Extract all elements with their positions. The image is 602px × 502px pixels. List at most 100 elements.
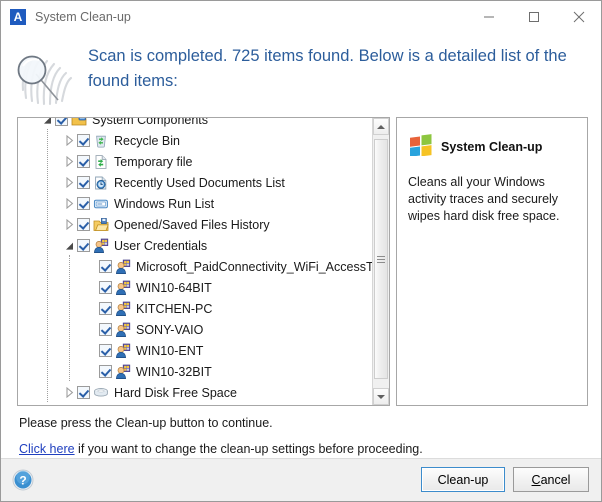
tree-row-label: WIN10-32BIT [136, 364, 212, 379]
cancel-button-mnemonic: C [531, 472, 541, 487]
tree-row[interactable]: SONY-VAIO [18, 319, 373, 340]
components-tree-panel[interactable]: System Components Recycle Bin Temporary fi… [17, 117, 390, 406]
tree-row[interactable]: Recycle Bin [18, 130, 373, 151]
info-panel-description: Cleans all your Windows activity traces … [408, 175, 560, 223]
tree-row[interactable]: Opened/Saved Files History [18, 214, 373, 235]
tree-row-checkbox[interactable] [99, 323, 112, 336]
tree-row-label: KITCHEN-PC [136, 301, 213, 316]
recycle-bin-icon [93, 133, 109, 149]
chevron-right-icon[interactable] [62, 172, 77, 193]
tree-leaf-spacer [84, 361, 99, 382]
caption-buttons [466, 1, 601, 32]
tree-row[interactable]: Hard Disk Free Space [18, 382, 373, 403]
system-cleanup-window: A System Clean-up Scan is completed. 725… [0, 0, 602, 502]
title-bar: A System Clean-up [1, 1, 601, 32]
content-panels: System Components Recycle Bin Temporary fi… [1, 114, 601, 409]
hard-disk-icon [93, 385, 109, 401]
user-credential-item-icon [115, 280, 131, 296]
user-credentials-icon [93, 238, 109, 254]
tree-row-label: Hard Disk Free Space [114, 385, 237, 400]
letter-a-icon: A [10, 8, 26, 25]
tree-row-label: Opened/Saved Files History [114, 217, 270, 232]
chevron-right-icon[interactable] [62, 130, 77, 151]
tree-row-checkbox[interactable] [77, 197, 90, 210]
tree-row-checkbox[interactable] [99, 281, 112, 294]
maximize-icon[interactable] [511, 1, 556, 32]
cancel-button[interactable]: Cancel [513, 467, 589, 492]
scroll-up-icon[interactable] [373, 118, 389, 135]
tree-row[interactable]: WIN10-64BIT [18, 277, 373, 298]
recent-documents-icon [93, 175, 109, 191]
tree-leaf-spacer [84, 256, 99, 277]
temporary-file-icon [93, 154, 109, 170]
chevron-down-icon[interactable] [62, 235, 77, 256]
tree-row-label: Microsoft_PaidConnectivity_WiFi_AccessTo… [136, 259, 373, 274]
footer-instruction-line: Please press the Clean-up button to cont… [19, 416, 273, 430]
system-components-icon [71, 118, 87, 128]
tree-row-checkbox[interactable] [77, 176, 90, 189]
header-banner: Scan is completed. 725 items found. Belo… [1, 32, 601, 114]
tree-row-checkbox[interactable] [77, 134, 90, 147]
tree-viewport: System Components Recycle Bin Temporary fi… [18, 118, 373, 405]
change-settings-suffix: if you want to change the clean-up setti… [74, 442, 423, 456]
scroll-thumb[interactable] [374, 139, 388, 379]
tree-row-checkbox[interactable] [99, 365, 112, 378]
tree-leaf-spacer [84, 319, 99, 340]
tree-row-checkbox[interactable] [55, 118, 68, 126]
user-credential-item-icon [115, 322, 131, 338]
bottom-bar: ? Clean-up Cancel [1, 458, 601, 501]
chevron-right-icon[interactable] [62, 193, 77, 214]
tree-guide-line [69, 255, 70, 381]
cleanup-button[interactable]: Clean-up [421, 467, 505, 492]
scroll-down-icon[interactable] [373, 388, 389, 405]
tree-row-checkbox[interactable] [77, 239, 90, 252]
chevron-right-icon[interactable] [62, 214, 77, 235]
tree-row-checkbox[interactable] [99, 302, 112, 315]
window-title: System Clean-up [35, 9, 131, 24]
tree-vertical-scrollbar[interactable] [372, 118, 389, 405]
chevron-right-icon[interactable] [62, 151, 77, 172]
scan-result-message: Scan is completed. 725 items found. Belo… [88, 47, 567, 90]
minimize-icon[interactable] [466, 1, 511, 32]
tree-row-checkbox[interactable] [99, 260, 112, 273]
tree-row[interactable]: WIN10-ENT [18, 340, 373, 361]
tree-row[interactable]: User Credentials [18, 235, 373, 256]
user-credential-item-icon [115, 343, 131, 359]
tree-rows: System Components Recycle Bin Temporary fi… [18, 118, 373, 403]
help-question-icon[interactable]: ? [12, 469, 34, 491]
tree-row-label: Temporary file [114, 154, 193, 169]
footer-settings-line: Click here if you want to change the cle… [19, 442, 589, 456]
tree-guide-line [47, 129, 48, 402]
tree-leaf-spacer [84, 298, 99, 319]
tree-row[interactable]: Microsoft_PaidConnectivity_WiFi_AccessTo… [18, 256, 373, 277]
tree-row-checkbox[interactable] [99, 344, 112, 357]
opened-saved-files-icon [93, 217, 109, 233]
close-icon[interactable] [556, 1, 601, 32]
info-panel: System Clean-up Cleans all your Windows … [396, 117, 588, 406]
tree-row-checkbox[interactable] [77, 386, 90, 399]
tree-row[interactable]: Windows Run List [18, 193, 373, 214]
info-panel-header: System Clean-up [408, 132, 576, 161]
tree-row[interactable]: KITCHEN-PC [18, 298, 373, 319]
tree-leaf-spacer [84, 277, 99, 298]
change-settings-link[interactable]: Click here [19, 442, 75, 456]
tree-row[interactable]: System Components [18, 118, 373, 130]
tree-row-label: WIN10-ENT [136, 343, 204, 358]
fingerprint-magnifier-icon [6, 34, 82, 110]
tree-row-label: Windows Run List [114, 196, 215, 211]
user-credential-item-icon [115, 364, 131, 380]
tree-row-label: Recently Used Documents List [114, 175, 285, 190]
tree-row-label: User Credentials [114, 238, 208, 253]
cancel-button-rest: ancel [540, 472, 571, 487]
chevron-right-icon[interactable] [62, 382, 77, 403]
svg-text:?: ? [19, 474, 26, 488]
tree-leaf-spacer [84, 340, 99, 361]
tree-row-checkbox[interactable] [77, 218, 90, 231]
tree-row-checkbox[interactable] [77, 155, 90, 168]
user-credential-item-icon [115, 259, 131, 275]
tree-row[interactable]: Temporary file [18, 151, 373, 172]
tree-row-label: SONY-VAIO [136, 322, 204, 337]
tree-row[interactable]: Recently Used Documents List [18, 172, 373, 193]
tree-row-label: System Components [92, 118, 209, 127]
tree-row[interactable]: WIN10-32BIT [18, 361, 373, 382]
